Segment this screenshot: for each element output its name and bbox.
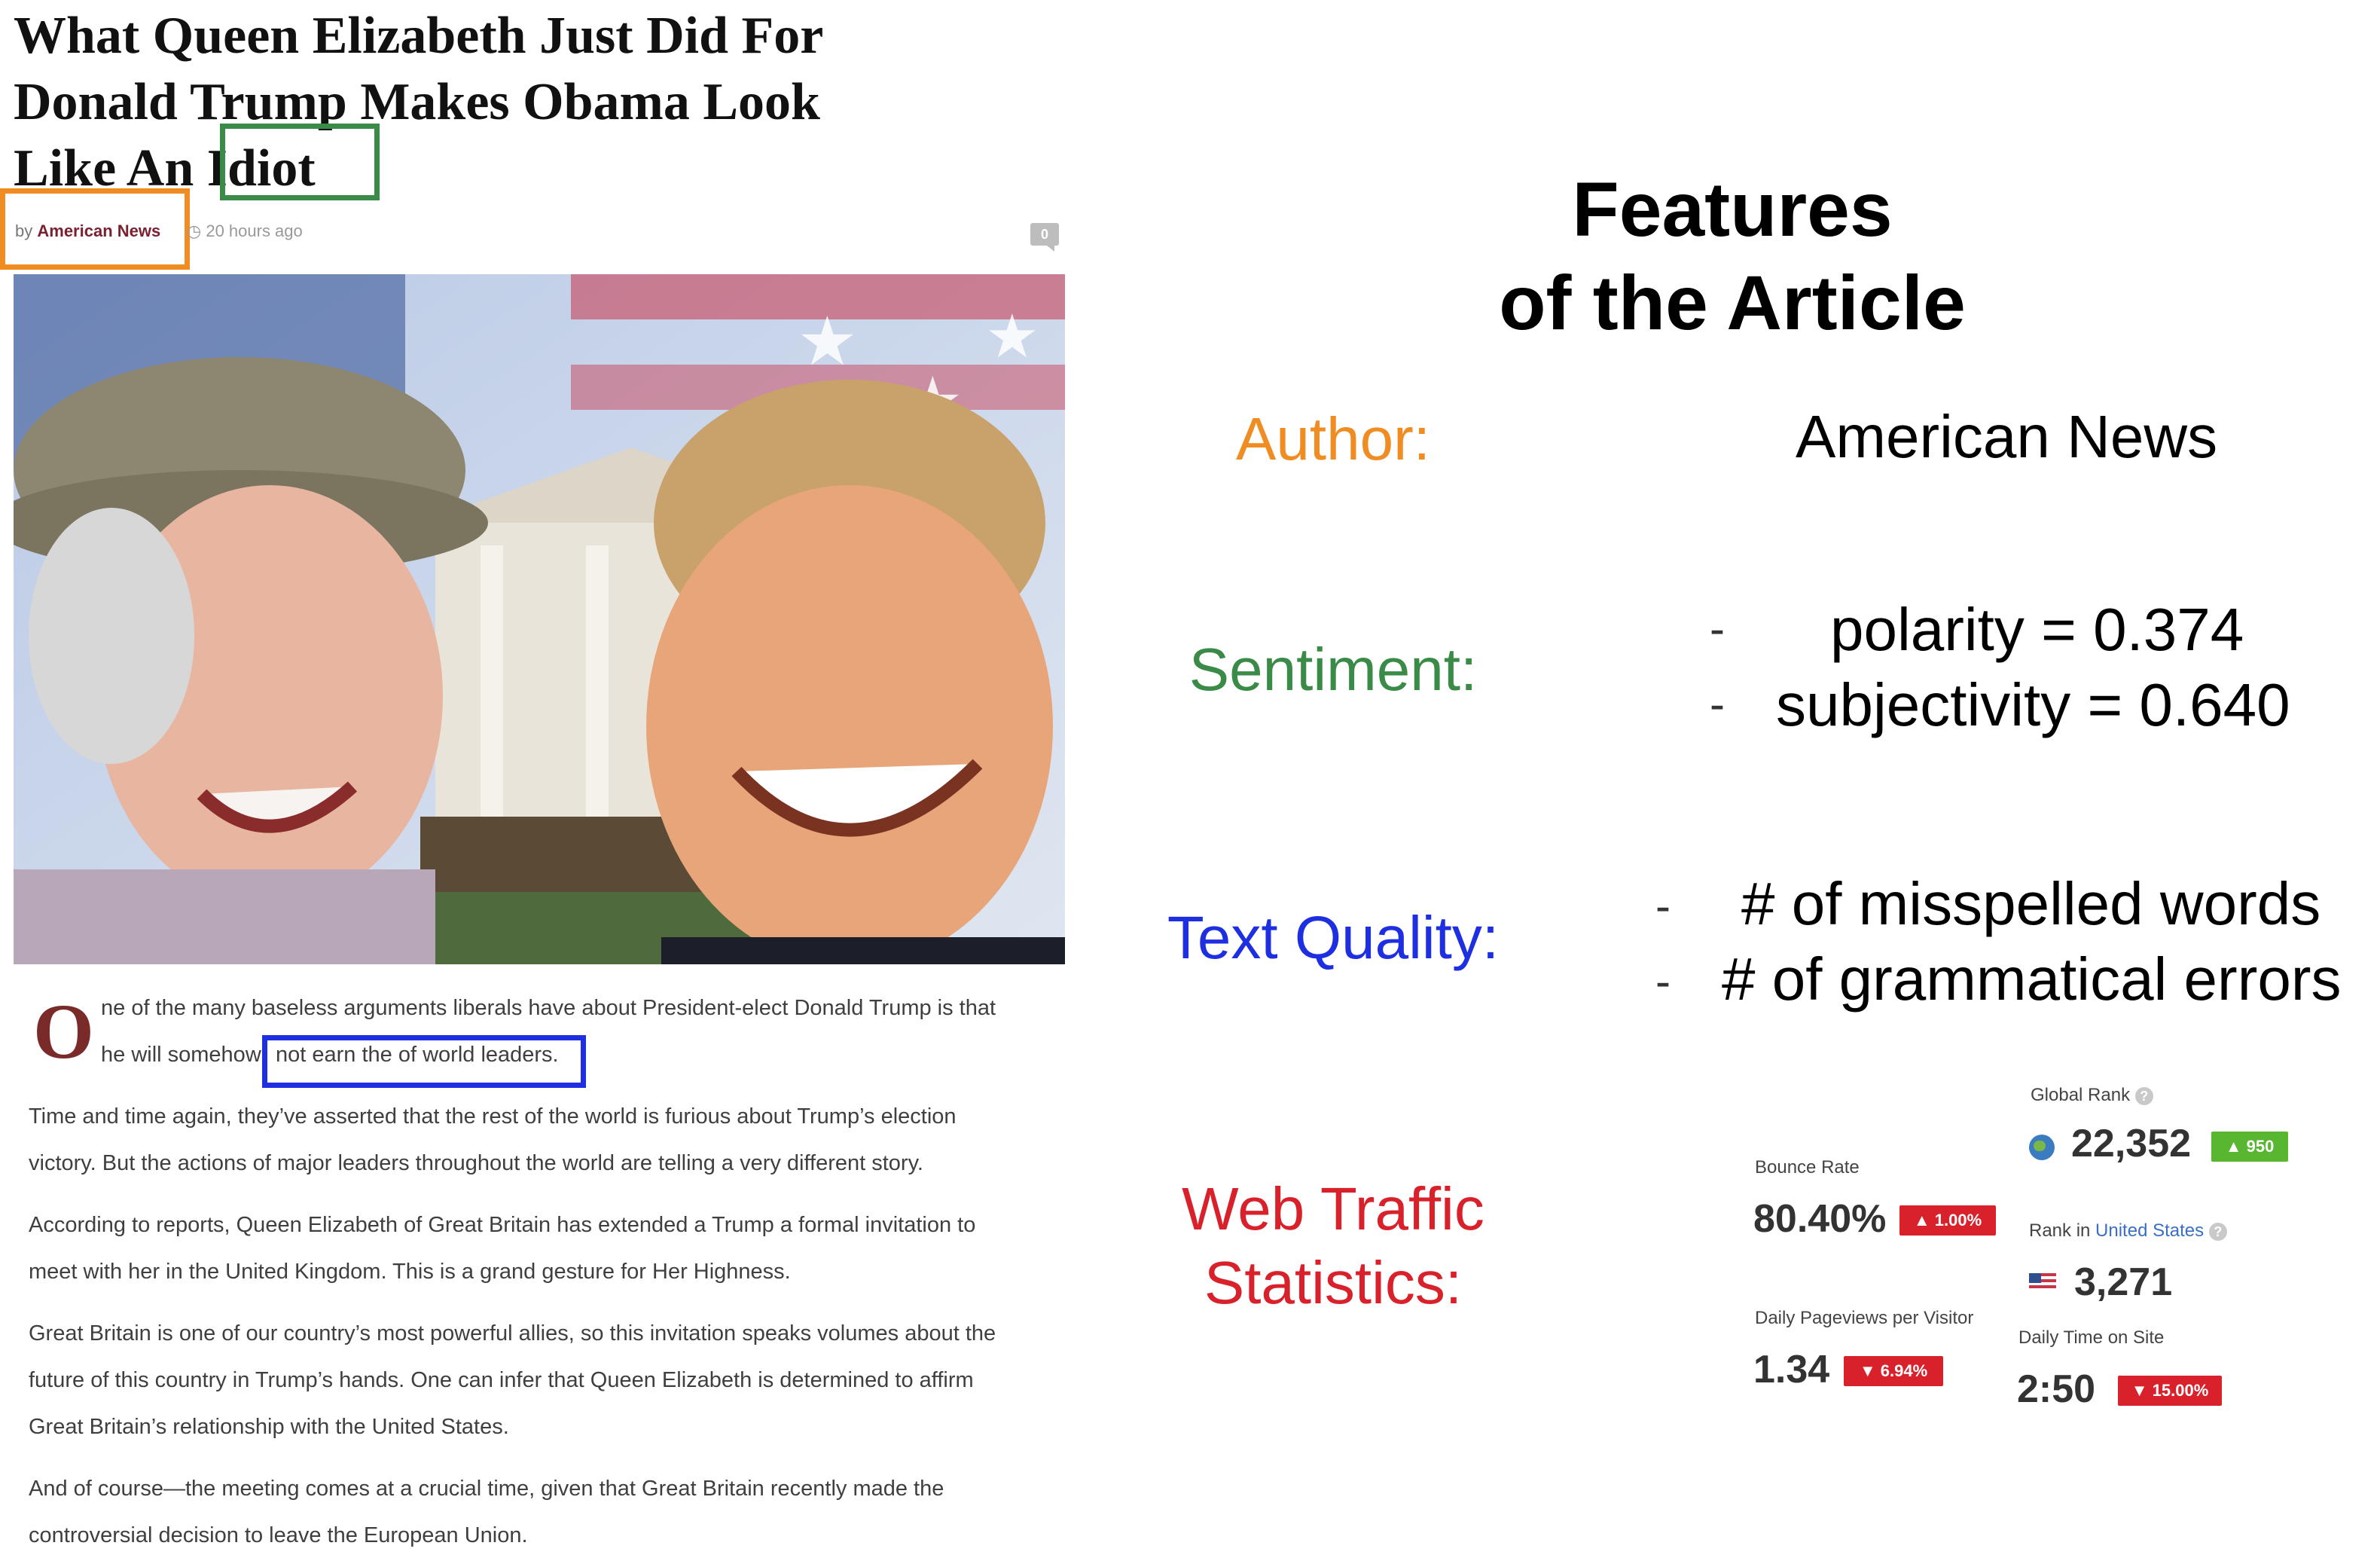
features-title-line-1: Features [1572,166,1893,252]
post-time-text: 20 hours ago [206,221,303,240]
paragraph-line: he will somehow [101,1043,261,1067]
comment-count-badge[interactable]: 0 [1030,223,1059,252]
web-traffic-label-line-1: Web Traffic [1182,1175,1484,1242]
headline-line-2: Donald Trump Makes Obama Look [14,73,820,131]
global-rank-change-badge: ▲ 950 [2211,1132,2288,1162]
bullet-dash: - [1655,881,1671,931]
country-rank-value: 3,271 [2074,1260,2173,1304]
bounce-rate-label: Bounce Rate [1755,1157,1860,1178]
bounce-rate-change-badge: ▲ 1.00% [1899,1205,1996,1236]
time-on-site-value: 2:50 [2017,1367,2096,1411]
sentiment-label: Sentiment: [1188,636,1478,703]
country-rank-label: Rank in United States ? [2029,1220,2227,1242]
flag-star: ★ [797,304,858,380]
time-on-site-change-badge: ▼ 15.00% [2118,1376,2222,1406]
web-traffic-label-line-2: Statistics: [1204,1249,1463,1316]
text-quality-highlight-box [262,1035,586,1088]
drop-cap: O [33,988,94,1075]
paragraph-line: Great Britain’s relationship with the Un… [29,1415,509,1439]
sentiment-polarity: polarity = 0.374 [1830,596,2244,663]
bounce-rate-change: 1.00% [1934,1211,1982,1229]
article-photo: ★ ★ ★ [14,274,1065,964]
arrow-up-icon: ▲ [1913,1211,1930,1229]
paragraph-line: And of course—the meeting comes at a cru… [29,1477,944,1501]
paragraph-line: According to reports, Queen Elizabeth of… [29,1213,976,1237]
global-rank-value: 22,352 [2071,1122,2192,1165]
author-value: American News [1796,403,2218,470]
features-title: Features of the Article [1356,163,2109,350]
coat-left [14,869,435,964]
paragraph-line: ne of the many baseless arguments libera… [101,996,996,1020]
time-on-site-label: Daily Time on Site [2018,1327,2165,1348]
quality-grammar: # of grammatical errors [1722,945,2342,1013]
pageviews-change-badge: ▼ 6.94% [1844,1356,1943,1386]
flag-star: ★ [985,303,1039,370]
time-on-site-change: 15.00% [2152,1381,2209,1400]
globe-icon [2029,1135,2055,1160]
pageviews-label: Daily Pageviews per Visitor [1755,1308,1974,1328]
global-rank-change: 950 [2246,1137,2275,1156]
bullet-dash: - [1655,956,1671,1006]
paragraph-line: Time and time again, they’ve asserted th… [29,1104,957,1129]
face-right [646,485,1053,964]
bullet-dash: - [1710,679,1725,729]
web-traffic-label: Web Traffic Statistics: [1107,1172,1559,1320]
features-title-line-2: of the Article [1499,260,1966,346]
text-quality-label: Text Quality: [1167,904,1500,971]
quality-misspelled: # of misspelled words [1741,870,2321,937]
article-headline: What Queen Elizabeth Just Did For Donald… [14,3,993,202]
help-icon[interactable]: ? [2134,1086,2153,1105]
clock-icon: ◷ [187,221,202,240]
paragraph-line: meet with her in the United Kingdom. Thi… [29,1260,791,1284]
suit-right [661,937,1065,964]
arrow-down-icon: ▼ [1859,1361,1876,1380]
paragraph-line: future of this country in Trump’s hands.… [29,1368,974,1392]
author-highlight-box [0,188,190,270]
paragraph-line: victory. But the actions of major leader… [29,1151,923,1175]
bullet-dash: - [1710,603,1725,654]
global-rank-label-text: Global Rank [2031,1085,2131,1105]
bounce-rate-value: 80.40% [1753,1197,1887,1241]
pageviews-value: 1.34 [1753,1348,1830,1391]
headline-line-1: What Queen Elizabeth Just Did For [14,7,824,65]
rank-in-text: Rank in [2029,1220,2091,1241]
sentiment-subjectivity: subjectivity = 0.640 [1776,671,2290,738]
arrow-down-icon: ▼ [2131,1381,2148,1400]
sentiment-highlight-box [220,124,380,200]
help-icon[interactable]: ? [2208,1222,2227,1241]
us-flag-icon [2029,1273,2056,1291]
pageviews-change: 6.94% [1880,1361,1928,1380]
global-rank-label: Global Rank ? [2031,1085,2153,1106]
column [586,545,609,862]
country-link[interactable]: United States [2095,1220,2204,1241]
column [481,545,503,862]
post-time: ◷ 20 hours ago [187,221,303,241]
paragraph-line: Great Britain is one of our country’s mo… [29,1321,996,1346]
arrow-up-icon: ▲ [2225,1137,2242,1156]
hair-left [29,508,194,764]
author-label: Author: [1236,405,1430,472]
paragraph-line: controversial decision to leave the Euro… [29,1523,528,1547]
